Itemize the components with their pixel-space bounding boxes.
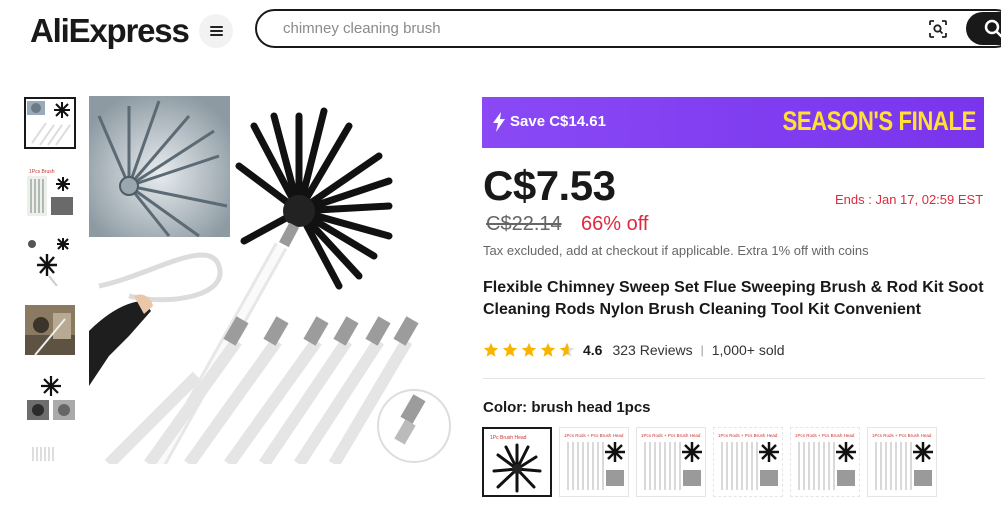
- sold-count: 1,000+ sold: [711, 342, 785, 358]
- svg-text:1Pcs Rods + Pcs Brush Head: 1Pcs Rods + Pcs Brush Head: [795, 433, 855, 438]
- main-product-image[interactable]: [89, 96, 460, 464]
- thumbnail-6[interactable]: [24, 442, 76, 462]
- color-option-1[interactable]: 1Pc Brush Head: [482, 427, 552, 497]
- thumbnail-gallery: 1Pcs Brush: [24, 97, 76, 479]
- separator: |: [700, 343, 704, 357]
- svg-text:1Pcs Rods + Pcs Brush Head: 1Pcs Rods + Pcs Brush Head: [872, 433, 932, 438]
- color-options: 1Pc Brush Head 1Pcs Rods + Pcs Brush Hea…: [482, 427, 937, 497]
- discount-percent: 66% off: [581, 213, 649, 235]
- campaign-label: SEASON'S FINALE: [782, 106, 977, 136]
- menu-icon: [209, 26, 223, 36]
- tax-note: Tax excluded, add at checkout if applica…: [483, 243, 869, 258]
- color-option-3[interactable]: 1Pcs Rods + Pcs Brush Head: [636, 427, 706, 497]
- search-button[interactable]: [966, 12, 1001, 45]
- thumbnail-2[interactable]: 1Pcs Brush: [24, 166, 76, 218]
- current-price: C$7.53: [483, 162, 616, 209]
- camera-search-icon[interactable]: [928, 19, 948, 39]
- svg-text:1Pc Brush Head: 1Pc Brush Head: [490, 435, 527, 441]
- menu-button[interactable]: [199, 14, 233, 48]
- search-icon: [984, 19, 1001, 38]
- original-price: C$22.14: [486, 213, 562, 235]
- rating-value: 4.6: [583, 342, 603, 358]
- product-title: Flexible Chimney Sweep Set Flue Sweeping…: [483, 279, 984, 318]
- color-option-6[interactable]: 1Pcs Rods + Pcs Brush Head: [867, 427, 937, 497]
- star-icon: [483, 342, 499, 357]
- thumbnail-3[interactable]: [24, 235, 76, 287]
- star-icon: [521, 342, 537, 357]
- promo-banner[interactable]: Save C$14.61 SEASON'S FINALE: [482, 97, 984, 148]
- search-bar: [255, 9, 1001, 48]
- sale-end-time: Ends : Jan 17, 02:59 EST: [835, 192, 984, 207]
- thumbnail-5[interactable]: [24, 373, 76, 425]
- star-icon: [559, 342, 575, 357]
- color-option-5[interactable]: 1Pcs Rods + Pcs Brush Head: [790, 427, 860, 497]
- color-option-4[interactable]: 1Pcs Rods + Pcs Brush Head: [713, 427, 783, 497]
- rating-row: 4.6 323 Reviews | 1,000+ sold: [483, 340, 785, 360]
- reviews-link[interactable]: 323 Reviews: [612, 342, 692, 358]
- star-icon: [502, 342, 518, 357]
- color-label: Color: brush head 1pcs: [483, 399, 651, 416]
- divider: [483, 378, 985, 379]
- aliexpress-logo[interactable]: AliExpress: [30, 12, 190, 50]
- search-input[interactable]: [283, 20, 883, 37]
- svg-text:1Pcs Brush: 1Pcs Brush: [29, 169, 55, 175]
- color-option-2[interactable]: 1Pcs Rods + Pcs Brush Head: [559, 427, 629, 497]
- svg-text:1Pcs Rods + Pcs Brush Head: 1Pcs Rods + Pcs Brush Head: [641, 433, 701, 438]
- thumbnail-1[interactable]: [24, 97, 76, 149]
- star-icon: [540, 342, 556, 357]
- logo-text: AliExpress: [30, 12, 190, 49]
- svg-text:1Pcs Rods + Pcs Brush Head: 1Pcs Rods + Pcs Brush Head: [718, 433, 778, 438]
- lightning-icon: [493, 112, 505, 132]
- save-amount: Save C$14.61: [510, 113, 606, 130]
- star-rating[interactable]: [483, 342, 575, 358]
- svg-text:1Pcs Rods + Pcs Brush Head: 1Pcs Rods + Pcs Brush Head: [564, 433, 624, 438]
- thumbnail-4[interactable]: [24, 304, 76, 356]
